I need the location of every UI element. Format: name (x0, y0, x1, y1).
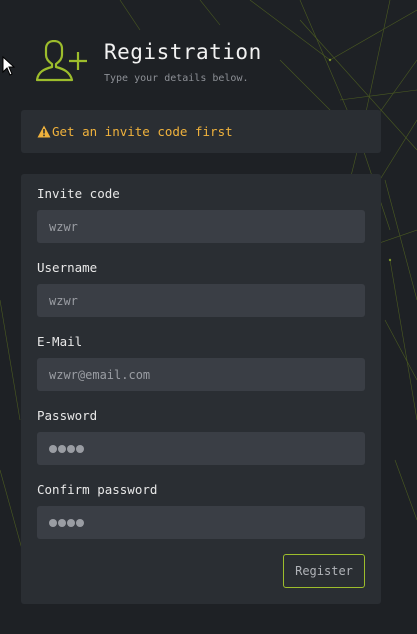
registration-form: Invite code wzwr Username wzwr E-Mail wz… (21, 174, 381, 604)
alert-text: Get an invite code first (52, 124, 233, 139)
confirm-password-input[interactable] (37, 506, 365, 539)
password-input[interactable] (37, 432, 365, 465)
page-subtitle: Type your details below. (104, 73, 249, 84)
email-input[interactable]: wzwr@email.com (37, 358, 365, 391)
confirm-password-label: Confirm password (37, 482, 158, 497)
warning-icon (37, 125, 51, 138)
invite-code-input[interactable]: wzwr (37, 210, 365, 243)
confirm-password-masked-value (49, 518, 84, 527)
username-value: wzwr (49, 293, 78, 308)
password-masked-value (49, 444, 84, 453)
mouse-cursor-icon (2, 56, 16, 76)
page-title: Registration (104, 40, 262, 64)
email-value: wzwr@email.com (49, 367, 151, 382)
invite-code-value: wzwr (49, 219, 78, 234)
register-button[interactable]: Register (283, 554, 365, 588)
email-label: E-Mail (37, 334, 83, 349)
username-label: Username (37, 260, 98, 275)
page-header: Registration Type your details below. (36, 40, 396, 88)
add-user-icon (36, 40, 87, 82)
warning-alert: Get an invite code first (21, 110, 381, 153)
password-label: Password (37, 408, 98, 423)
username-input[interactable]: wzwr (37, 284, 365, 317)
invite-code-label: Invite code (37, 186, 120, 201)
